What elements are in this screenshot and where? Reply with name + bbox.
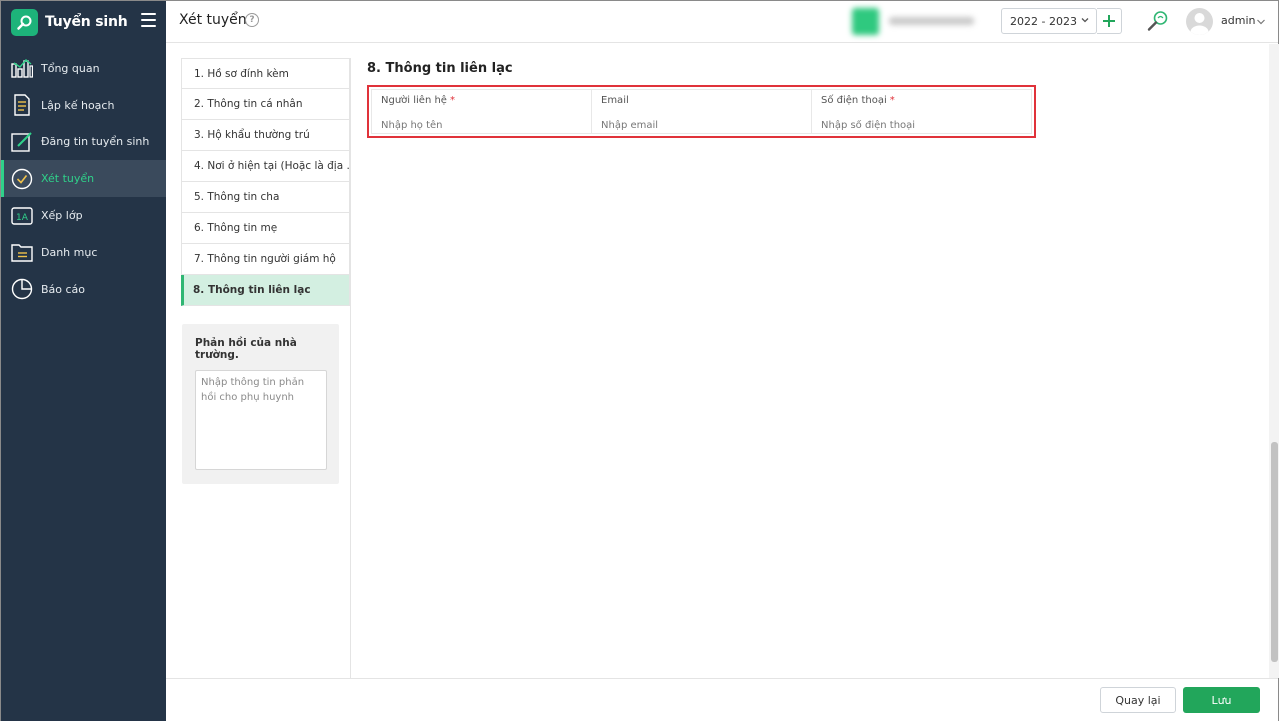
column-divider: [350, 58, 351, 678]
brand-title: Tuyển sinh: [45, 14, 128, 30]
required-marker: *: [449, 95, 455, 106]
chevron-down-icon[interactable]: [1256, 16, 1266, 29]
sidebar: Tuyển sinh Tổng quan Lập kế hoạch Đăng t…: [1, 1, 166, 721]
top-header: Xét tuyển ? 2022 - 2023 admin: [166, 1, 1278, 43]
chevron-down-icon: [1080, 15, 1090, 28]
sidebar-item-label: Xếp lớp: [41, 209, 83, 223]
phone-input[interactable]: [821, 117, 1011, 133]
save-button[interactable]: Lưu: [1183, 687, 1260, 713]
feedback-textarea[interactable]: [195, 370, 327, 470]
svg-text:1A: 1A: [16, 213, 29, 223]
field-label: Số điện thoại *: [821, 95, 895, 106]
search-tool-icon: [11, 8, 38, 36]
sidebar-item-danh-muc[interactable]: Danh mục: [1, 234, 166, 271]
field-label: Người liên hệ *: [381, 95, 455, 106]
sidebar-item-label: Tổng quan: [41, 61, 100, 75]
pie-chart-icon: [11, 278, 33, 300]
step-list: 1. Hồ sơ đính kèm 2. Thông tin cá nhân 3…: [181, 58, 350, 306]
step-item[interactable]: 5. Thông tin cha: [181, 182, 350, 213]
contact-person-field: Người liên hệ *: [372, 90, 592, 133]
step-item[interactable]: 6. Thông tin mẹ: [181, 213, 350, 244]
contact-name-input[interactable]: [381, 117, 571, 133]
sidebar-item-label: Danh mục: [41, 245, 98, 259]
help-icon[interactable]: ?: [245, 13, 259, 27]
school-year-select[interactable]: 2022 - 2023: [1001, 8, 1097, 34]
sidebar-item-xet-tuyen[interactable]: Xét tuyển: [1, 160, 166, 198]
bar-chart-icon: [11, 57, 33, 79]
user-name[interactable]: admin: [1221, 14, 1255, 27]
magnifier-icon[interactable]: [1146, 9, 1170, 36]
school-feedback-panel: Phản hồi của nhà trường.: [182, 324, 339, 484]
sidebar-item-xep-lop[interactable]: 1A Xếp lớp: [1, 197, 166, 234]
section-title: 8. Thông tin liên lạc: [367, 61, 513, 76]
feedback-title: Phản hồi của nhà trường.: [195, 337, 297, 361]
plus-icon: [1103, 15, 1115, 27]
step-item-active[interactable]: 8. Thông tin liên lạc: [181, 275, 350, 306]
required-marker: *: [889, 95, 895, 106]
sidebar-item-label: Báo cáo: [41, 282, 86, 296]
sidebar-item-label: Đăng tin tuyển sinh: [41, 135, 150, 149]
add-school-year-button[interactable]: [1097, 8, 1122, 34]
sidebar-item-lap-ke-hoach[interactable]: Lập kế hoạch: [1, 87, 166, 124]
page-title: Xét tuyển: [179, 12, 247, 28]
edit-icon: [11, 131, 33, 153]
school-info-blurred: [852, 7, 982, 35]
folder-icon: [11, 241, 33, 263]
step-item[interactable]: 4. Nơi ở hiện tại (Hoặc là địa ...: [181, 151, 350, 182]
sidebar-item-label: Xét tuyển: [41, 172, 95, 186]
step-item[interactable]: 7. Thông tin người giám hộ: [181, 244, 350, 275]
email-field: Email: [592, 90, 812, 133]
sidebar-item-dang-tin[interactable]: Đăng tin tuyển sinh: [1, 124, 166, 161]
sidebar-item-label: Lập kế hoạch: [41, 98, 115, 112]
document-list-icon: [11, 94, 33, 116]
step-item[interactable]: 3. Hộ khẩu thường trú: [181, 120, 350, 151]
field-label: Email: [601, 95, 629, 106]
contact-info-box: Người liên hệ* Email Số điện thoại*: [367, 85, 1036, 138]
step-item[interactable]: 2. Thông tin cá nhân: [181, 89, 350, 120]
check-circle-icon: [11, 168, 33, 190]
email-input[interactable]: [601, 117, 791, 133]
back-button[interactable]: Quay lại: [1100, 687, 1176, 713]
scrollbar-thumb[interactable]: [1271, 442, 1278, 662]
menu-toggle-icon[interactable]: [141, 13, 156, 27]
user-avatar[interactable]: [1186, 8, 1213, 35]
sidebar-nav: Tổng quan Lập kế hoạch Đăng tin tuyển si…: [1, 50, 166, 308]
sidebar-item-bao-cao[interactable]: Báo cáo: [1, 271, 166, 308]
step-item[interactable]: 1. Hồ sơ đính kèm: [181, 58, 350, 89]
school-year-value: 2022 - 2023: [1010, 14, 1077, 28]
footer-bar: Quay lại Lưu: [166, 678, 1278, 721]
phone-field: Số điện thoại *: [812, 90, 1031, 133]
sidebar-item-tong-quan[interactable]: Tổng quan: [1, 50, 166, 87]
class-1a-icon: 1A: [11, 205, 33, 227]
